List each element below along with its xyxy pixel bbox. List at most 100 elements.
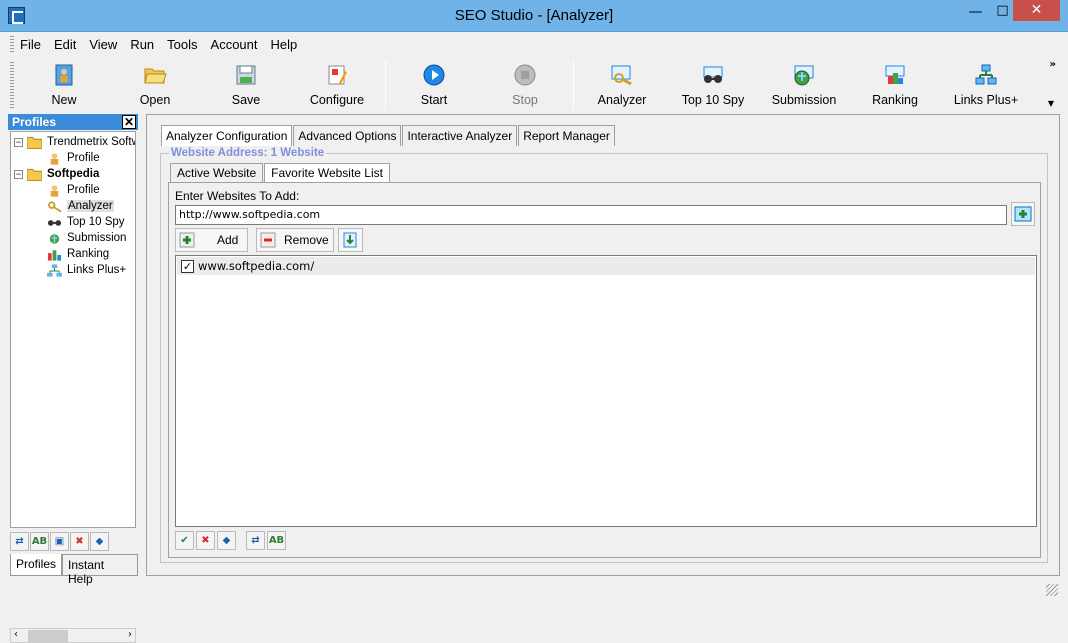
- tab-profiles[interactable]: Profiles: [10, 554, 63, 576]
- tree-node-analyzer[interactable]: Analyzer: [47, 198, 114, 214]
- menu-edit[interactable]: Edit: [46, 34, 81, 56]
- tree-node-softpedia[interactable]: Softpedia: [27, 166, 99, 182]
- save-button[interactable]: Save: [206, 60, 286, 110]
- shield-icon[interactable]: ◆: [90, 532, 109, 551]
- analyzer-icon: [611, 65, 632, 86]
- folder-icon: [27, 168, 42, 181]
- website-checkbox[interactable]: ✓: [181, 259, 194, 273]
- submission-icon: [794, 65, 814, 86]
- menu-run[interactable]: Run: [122, 34, 159, 56]
- website-list: ✓ www.softpedia.com/: [175, 255, 1037, 527]
- configure-button[interactable]: Configure: [297, 60, 377, 110]
- tab-analyzer-configuration[interactable]: Analyzer Configuration: [161, 125, 293, 146]
- tree-node-top-10-spy[interactable]: Top 10 Spy: [47, 214, 125, 230]
- favorite-website-panel: Enter Websites To Add: http://www.softpe…: [168, 182, 1041, 558]
- website-url-input[interactable]: http://www.softpedia.com: [175, 205, 1007, 225]
- links-plus-button[interactable]: Links Plus+: [946, 60, 1026, 110]
- add-arrow-icon: [1014, 206, 1032, 222]
- profiles-panel-tabs: Profiles Instant Help: [10, 554, 138, 586]
- import-icon: [343, 232, 357, 248]
- ranking-button[interactable]: Ranking: [855, 60, 935, 110]
- tab-interactive-analyzer[interactable]: Interactive Analyzer: [402, 125, 518, 146]
- close-button[interactable]: ✕: [1013, 0, 1060, 21]
- check-all-icon[interactable]: ✔: [175, 531, 194, 550]
- tab-advanced-options[interactable]: Advanced Options: [293, 125, 402, 146]
- menu-file[interactable]: File: [12, 34, 46, 56]
- website-url: www.softpedia.com/: [198, 259, 315, 273]
- start-button[interactable]: Start: [394, 60, 474, 110]
- profiles-tool-strip: ⇄ AB ▣ ✖ ◆: [10, 532, 110, 552]
- links-plus-icon: [975, 64, 997, 85]
- tab-instant-help[interactable]: Instant Help: [62, 554, 138, 586]
- toolbar-dropdown-icon[interactable]: ▼: [1048, 99, 1054, 108]
- list-item[interactable]: ✓ www.softpedia.com/: [177, 257, 1035, 275]
- tree-node-profile[interactable]: Profile: [47, 182, 100, 198]
- list-tool-strip: ✔ ✖ ◆ ⇄ AB: [175, 531, 288, 550]
- scroll-right-icon[interactable]: ›: [128, 629, 132, 640]
- tree-node-ranking[interactable]: Ranking: [47, 246, 109, 262]
- toolbar-separator: [573, 60, 574, 110]
- analyzer-button[interactable]: Analyzer: [582, 60, 662, 110]
- menu-help[interactable]: Help: [263, 34, 303, 56]
- delete-icon[interactable]: ✖: [70, 532, 89, 551]
- tab-active-website[interactable]: Active Website: [170, 163, 264, 182]
- profiles-tree: − Trendmetrix Softw Profile − Softpedia …: [10, 131, 136, 528]
- open-folder-icon: [144, 68, 167, 84]
- tree-node-submission[interactable]: Submission: [47, 230, 126, 246]
- analyzer-tabs: Analyzer Configuration Advanced Options …: [161, 125, 616, 146]
- resize-grip[interactable]: [1046, 584, 1058, 596]
- analyzer-window: Analyzer Configuration Advanced Options …: [146, 114, 1060, 576]
- tree-node-links-plus[interactable]: Links Plus+: [47, 262, 126, 278]
- rename-icon[interactable]: AB: [30, 532, 49, 551]
- submission-button[interactable]: Submission: [764, 60, 844, 110]
- collapse-icon[interactable]: −: [14, 170, 23, 179]
- stop-button[interactable]: Stop: [485, 60, 565, 110]
- import-button[interactable]: [338, 228, 363, 252]
- shield-icon[interactable]: ◆: [217, 531, 236, 550]
- top-10-spy-button[interactable]: Top 10 Spy: [673, 60, 753, 110]
- profiles-panel-header: Profiles ✕: [8, 114, 138, 130]
- website-address-group: Website Address: 1 Website Active Websit…: [160, 147, 1048, 563]
- swap-icon[interactable]: ⇄: [10, 532, 29, 551]
- menu-account[interactable]: Account: [203, 34, 263, 56]
- tab-report-manager[interactable]: Report Manager: [518, 125, 615, 146]
- ranking-icon: [885, 65, 905, 84]
- maximize-button[interactable]: □: [989, 3, 1016, 24]
- group-title: Website Address: 1 Website: [169, 147, 327, 159]
- toolbar-overflow-icon[interactable]: »: [1050, 59, 1056, 70]
- tree-horizontal-scrollbar[interactable]: ‹ ›: [10, 628, 136, 643]
- profile-icon: [50, 152, 59, 165]
- add-to-list-button[interactable]: [1011, 202, 1035, 226]
- folder-icon: [27, 136, 42, 149]
- swap-icon[interactable]: ⇄: [246, 531, 265, 550]
- rename-icon[interactable]: AB: [267, 531, 286, 550]
- add-icon: [179, 232, 195, 248]
- tree-node-trendmetrix[interactable]: Trendmetrix Softw: [27, 134, 135, 150]
- profiles-panel-title: Profiles: [12, 115, 57, 129]
- scrollbar-thumb[interactable]: [28, 630, 68, 642]
- submission-icon: [49, 233, 60, 244]
- new-profile-icon: [55, 64, 73, 86]
- collapse-icon[interactable]: −: [14, 138, 23, 147]
- menu-tools[interactable]: Tools: [159, 34, 202, 56]
- window-title: SEO Studio - [Analyzer]: [454, 7, 614, 24]
- spy-icon: [47, 219, 62, 226]
- remove-button[interactable]: Remove: [256, 228, 334, 252]
- start-icon: [423, 64, 445, 86]
- minimize-button[interactable]: —: [962, 4, 989, 25]
- profile-icon: [50, 184, 59, 197]
- uncheck-all-icon[interactable]: ✖: [196, 531, 215, 550]
- scroll-left-icon[interactable]: ‹: [14, 629, 18, 640]
- monitor-icon[interactable]: ▣: [50, 532, 69, 551]
- add-button[interactable]: Add: [175, 228, 248, 252]
- tree-node-profile[interactable]: Profile: [47, 150, 100, 166]
- website-subtabs: Active Website Favorite Website List: [170, 163, 391, 182]
- spy-icon: [703, 66, 723, 83]
- menu-view[interactable]: View: [81, 34, 122, 56]
- new-button[interactable]: New: [24, 60, 104, 110]
- panel-close-icon[interactable]: ✕: [122, 115, 136, 129]
- stop-icon: [514, 64, 536, 86]
- links-plus-icon: [47, 263, 62, 277]
- tab-favorite-website-list[interactable]: Favorite Website List: [264, 163, 390, 182]
- open-button[interactable]: Open: [115, 60, 195, 110]
